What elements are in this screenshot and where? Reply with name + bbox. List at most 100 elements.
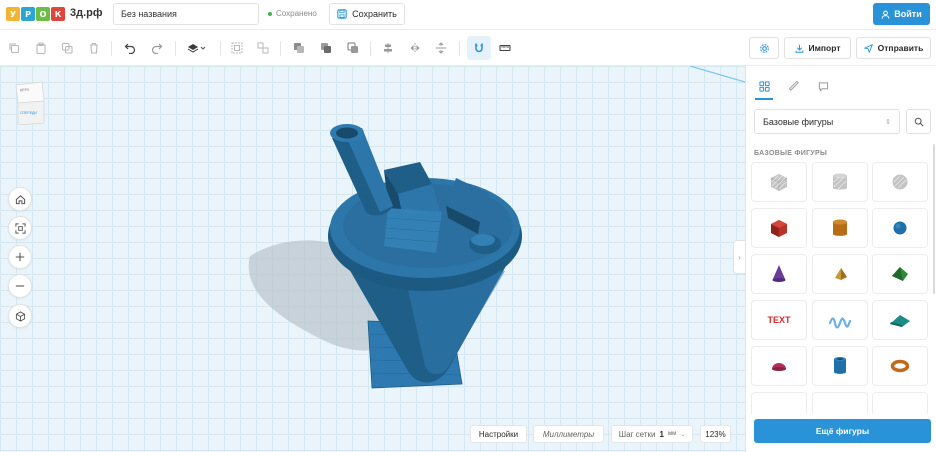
chevron-down-icon: ⌄ bbox=[680, 431, 686, 438]
shape-search-button[interactable] bbox=[906, 109, 931, 134]
shape-torus[interactable] bbox=[872, 346, 928, 386]
more-shapes-button[interactable]: Ещё фигуры bbox=[754, 419, 931, 443]
flip-icon[interactable] bbox=[432, 39, 450, 57]
cone-icon bbox=[772, 265, 786, 282]
shape-scribble[interactable] bbox=[812, 300, 868, 340]
union-icon[interactable] bbox=[317, 39, 335, 57]
comment-icon bbox=[818, 81, 828, 92]
redo-icon[interactable] bbox=[148, 39, 166, 57]
workplane-canvas[interactable]: ВЕРХ СПЕРЕДИ Настройки Миллиметры Шаг се… bbox=[0, 66, 745, 452]
shape-tube[interactable] bbox=[812, 346, 868, 386]
shape-cylinder[interactable] bbox=[812, 208, 868, 248]
toolbar-divider bbox=[220, 41, 221, 56]
shape-tile-partial[interactable] bbox=[751, 392, 807, 414]
units-button[interactable]: Миллиметры bbox=[533, 425, 604, 443]
roof-icon bbox=[892, 267, 908, 281]
zoom-level-label: 123% bbox=[705, 429, 726, 439]
mirror-icon[interactable] bbox=[406, 39, 424, 57]
save-status-text: Сохранено bbox=[276, 9, 317, 18]
panel-scrollbar[interactable] bbox=[933, 144, 935, 294]
panel-collapse-toggle[interactable]: › bbox=[733, 240, 745, 274]
units-label: Миллиметры bbox=[542, 429, 595, 439]
shape-half-sphere[interactable] bbox=[751, 346, 807, 386]
category-select-value: Базовые фигуры bbox=[763, 116, 834, 127]
shape-tile-partial[interactable] bbox=[872, 392, 928, 414]
login-button[interactable]: Войти bbox=[873, 3, 930, 25]
shapes-panel: Базовые фигуры ⇕ БАЗОВЫЕ ФИГУРЫ TEXT Ещё… bbox=[745, 66, 936, 452]
hole-icon[interactable] bbox=[290, 39, 308, 57]
save-button[interactable]: Сохранить bbox=[329, 3, 405, 25]
save-status: Сохранено bbox=[268, 9, 317, 18]
copy-icon[interactable] bbox=[5, 39, 23, 57]
shape-tile-partial[interactable] bbox=[812, 392, 868, 414]
workplane-icon[interactable] bbox=[184, 39, 210, 57]
magnet-icon[interactable] bbox=[467, 36, 491, 60]
cylinder-hole-icon bbox=[833, 173, 847, 190]
duplicate-icon[interactable] bbox=[58, 39, 76, 57]
send-icon bbox=[863, 43, 873, 53]
category-select[interactable]: Базовые фигуры ⇕ bbox=[754, 109, 900, 134]
grid-step-select[interactable]: Шаг сетки 1 мм ⌄ bbox=[611, 425, 693, 443]
home-view-button[interactable] bbox=[8, 187, 32, 211]
toolbar-divider bbox=[280, 41, 281, 56]
toolbar-divider bbox=[459, 41, 460, 56]
shape-cylinder-hole[interactable] bbox=[812, 162, 868, 202]
subtract-icon[interactable] bbox=[344, 39, 362, 57]
shape-pyramid[interactable] bbox=[812, 254, 868, 294]
zoom-out-button[interactable] bbox=[8, 274, 32, 298]
project-title-input[interactable]: Без названия bbox=[113, 3, 259, 25]
view-cube-front-label: СПЕРЕДИ bbox=[20, 111, 37, 115]
scene-svg bbox=[248, 66, 745, 389]
app-root: У Р О К 3д.рф Без названия Сохранено Сох… bbox=[0, 0, 936, 452]
half-sphere-icon bbox=[772, 363, 786, 371]
view-cube[interactable]: ВЕРХ СПЕРЕДИ bbox=[14, 81, 46, 126]
send-button[interactable]: Отправить bbox=[856, 37, 931, 59]
shape-roof[interactable] bbox=[872, 254, 928, 294]
save-button-label: Сохранить bbox=[352, 9, 397, 19]
ruler-tab[interactable] bbox=[784, 75, 804, 97]
shape-wedge[interactable] bbox=[872, 300, 928, 340]
settings-button[interactable] bbox=[749, 37, 779, 59]
section-title: БАЗОВЫЕ ФИГУРЫ bbox=[754, 150, 828, 157]
cylinder-icon bbox=[833, 219, 847, 236]
fit-view-button[interactable] bbox=[8, 216, 32, 240]
canvas-settings-button[interactable]: Настройки bbox=[470, 425, 527, 443]
tube-icon bbox=[834, 357, 846, 374]
paste-icon[interactable] bbox=[32, 39, 50, 57]
delete-icon[interactable] bbox=[85, 39, 103, 57]
toolbar-divider bbox=[370, 41, 371, 56]
zoom-level: 123% bbox=[700, 425, 731, 443]
shape-text[interactable]: TEXT bbox=[751, 300, 807, 340]
shapes-tab[interactable] bbox=[754, 75, 774, 97]
minus-icon bbox=[15, 285, 25, 287]
pyramid-icon bbox=[835, 268, 847, 280]
grid-step-label: Шаг сетки bbox=[618, 429, 656, 439]
shape-box-hole[interactable] bbox=[751, 162, 807, 202]
chevron-right-icon: › bbox=[738, 252, 741, 262]
shape-cone[interactable] bbox=[751, 254, 807, 294]
import-button[interactable]: Импорт bbox=[784, 37, 851, 59]
group-icon[interactable] bbox=[228, 39, 246, 57]
view-cube-top-label: ВЕРХ bbox=[19, 87, 30, 93]
comments-tab[interactable] bbox=[813, 75, 833, 97]
wedge-icon bbox=[890, 315, 910, 327]
shape-sphere-hole[interactable] bbox=[872, 162, 928, 202]
gear-icon bbox=[759, 43, 769, 53]
align-icon[interactable] bbox=[379, 39, 397, 57]
perspective-button[interactable] bbox=[8, 304, 32, 328]
view-cube-icon bbox=[15, 81, 45, 126]
workplane-edge bbox=[689, 66, 745, 83]
shape-sphere[interactable] bbox=[872, 208, 928, 248]
ungroup-icon[interactable] bbox=[254, 39, 272, 57]
ruler-icon[interactable] bbox=[496, 39, 514, 57]
undo-icon[interactable] bbox=[121, 39, 139, 57]
plus-icon bbox=[15, 252, 25, 262]
floppy-icon bbox=[337, 9, 347, 19]
import-button-label: Импорт bbox=[808, 43, 841, 53]
zoom-in-button[interactable] bbox=[8, 245, 32, 269]
shape-box[interactable] bbox=[751, 208, 807, 248]
cube-outline-icon bbox=[15, 310, 25, 322]
scribble-icon bbox=[828, 317, 852, 329]
ruler-icon bbox=[788, 80, 799, 91]
box-icon bbox=[771, 220, 787, 237]
